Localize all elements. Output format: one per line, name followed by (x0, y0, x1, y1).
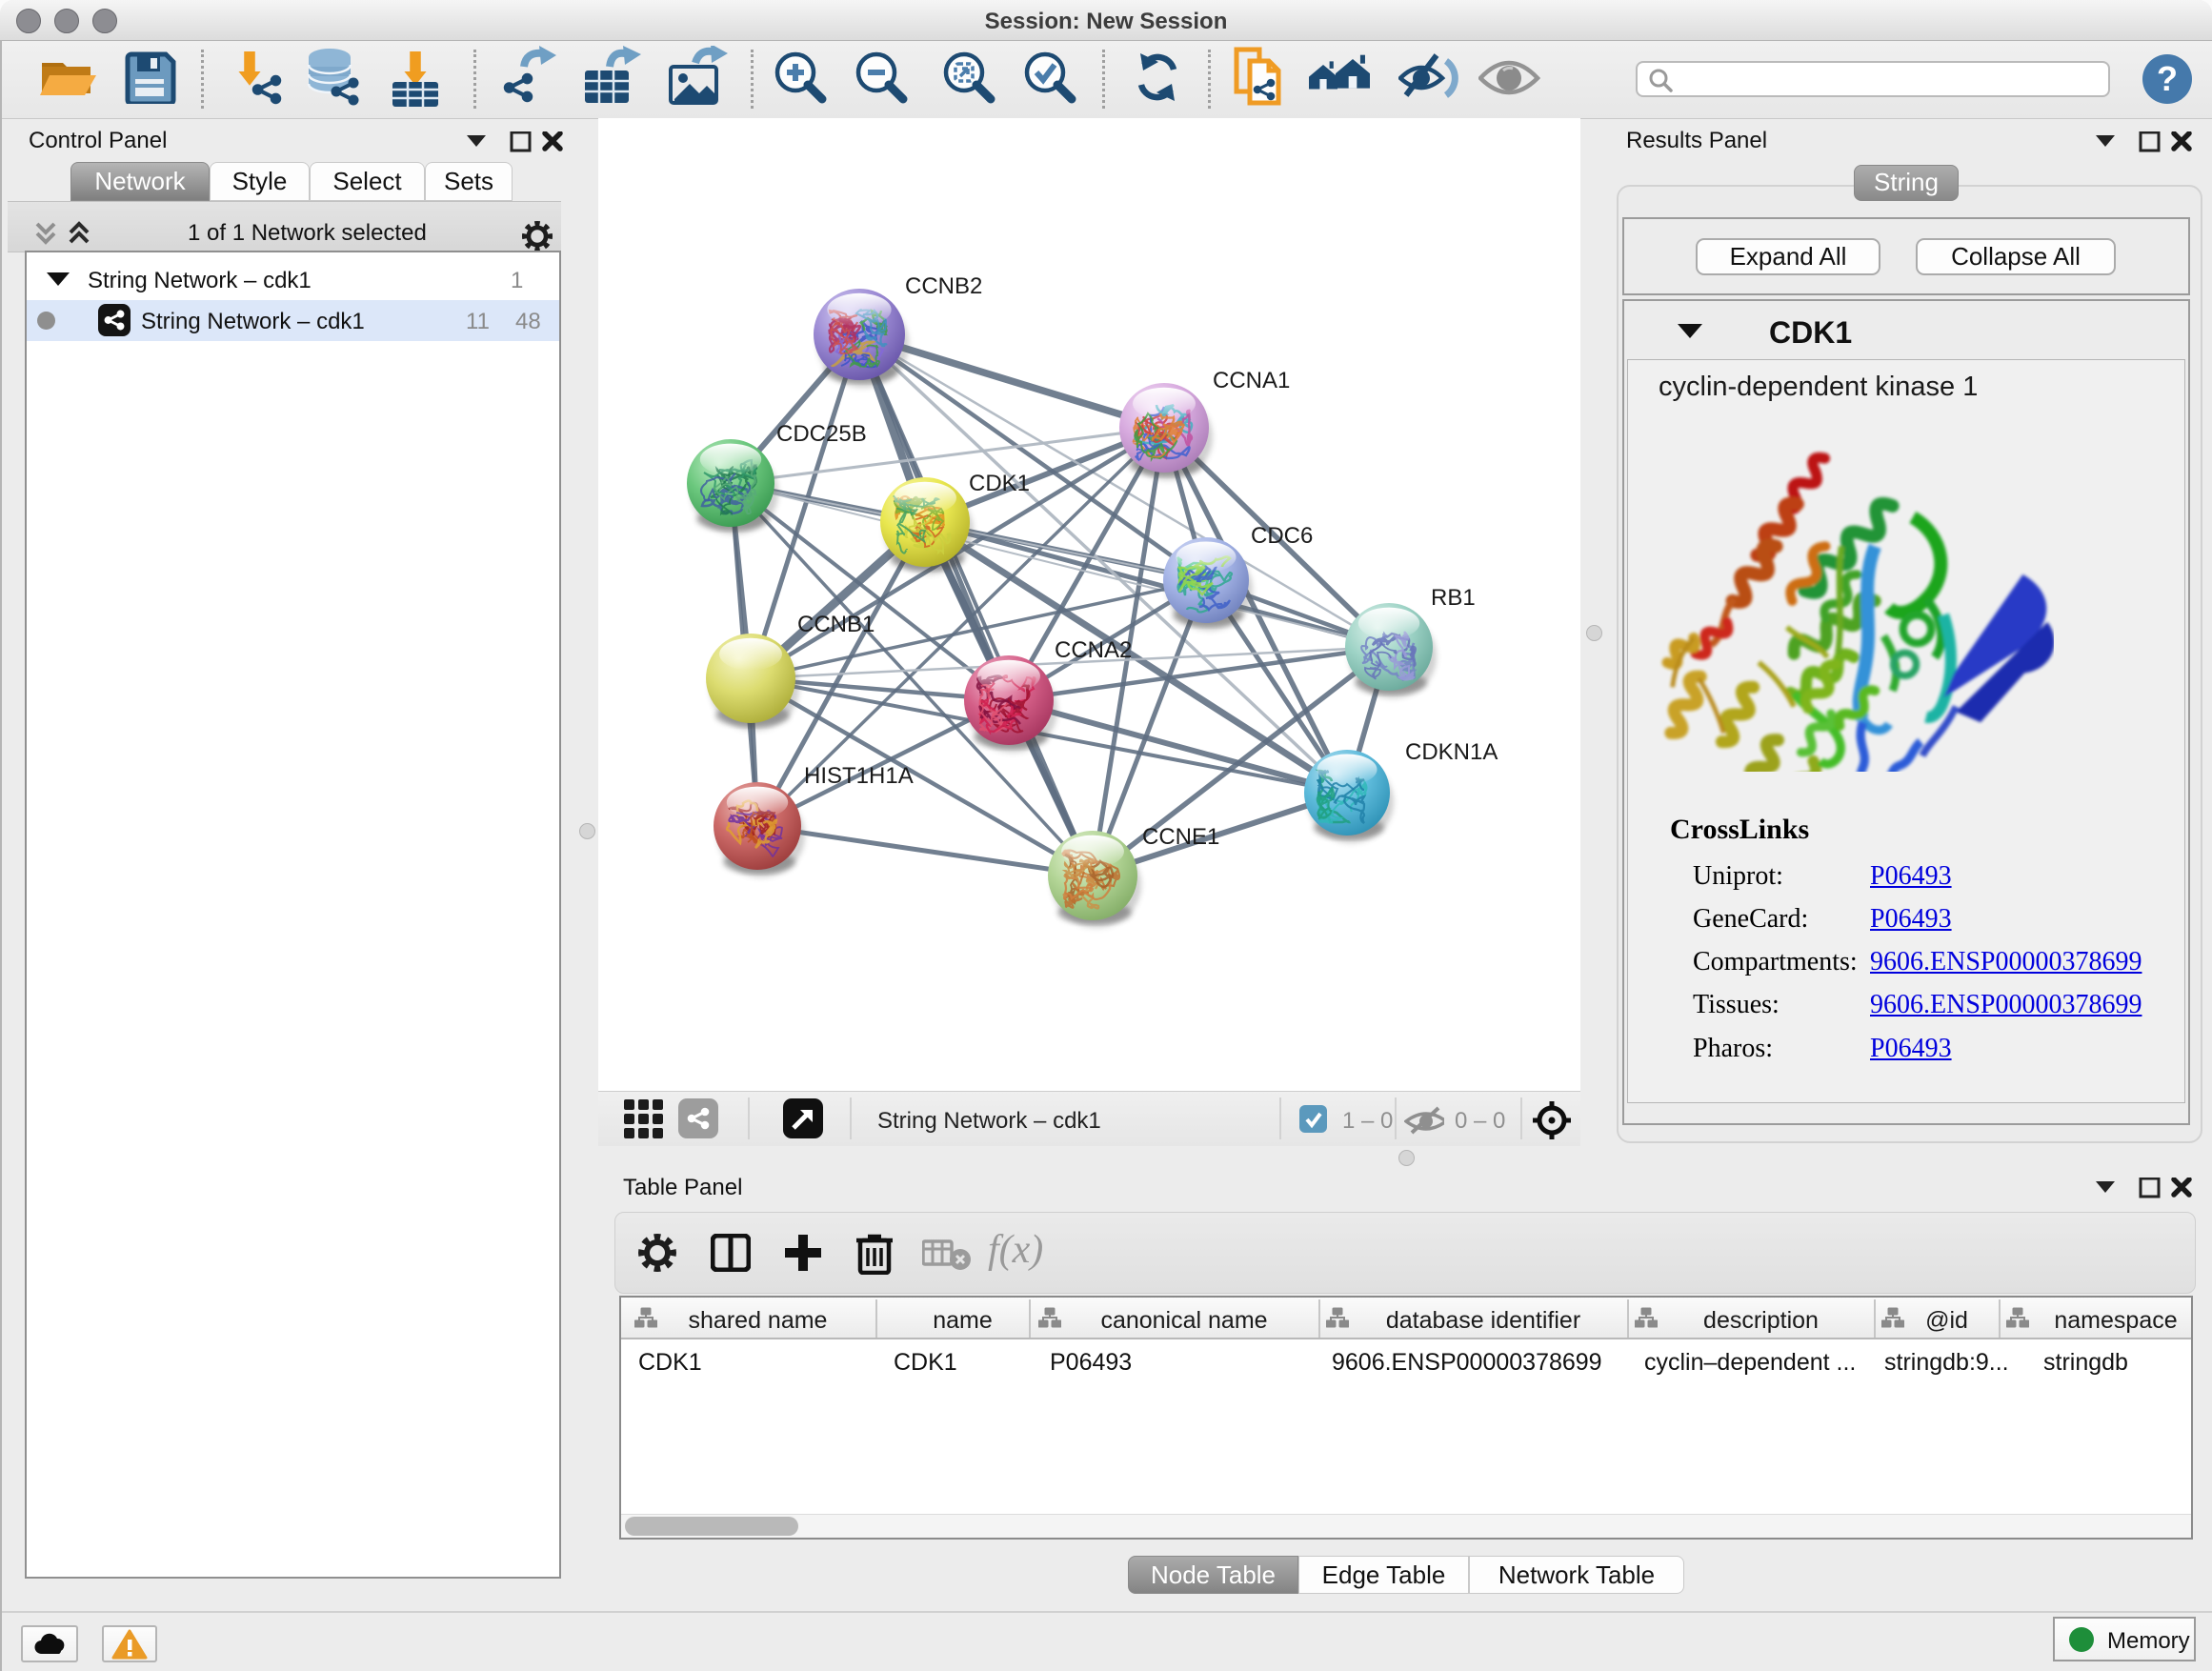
svg-text:CDC6: CDC6 (1251, 523, 1313, 549)
svg-text:CCNB1: CCNB1 (797, 612, 875, 637)
svg-text:RB1: RB1 (1431, 585, 1476, 611)
svg-text:CDC25B: CDC25B (776, 421, 867, 447)
svg-text:CCNA1: CCNA1 (1213, 368, 1290, 393)
svg-text:CDKN1A: CDKN1A (1405, 739, 1498, 765)
svg-text:CCNE1: CCNE1 (1142, 824, 1219, 850)
svg-text:CCNB2: CCNB2 (905, 273, 982, 299)
svg-text:HIST1H1A: HIST1H1A (804, 763, 914, 789)
svg-text:CCNA2: CCNA2 (1055, 637, 1132, 663)
svg-text:CDK1: CDK1 (969, 471, 1030, 496)
